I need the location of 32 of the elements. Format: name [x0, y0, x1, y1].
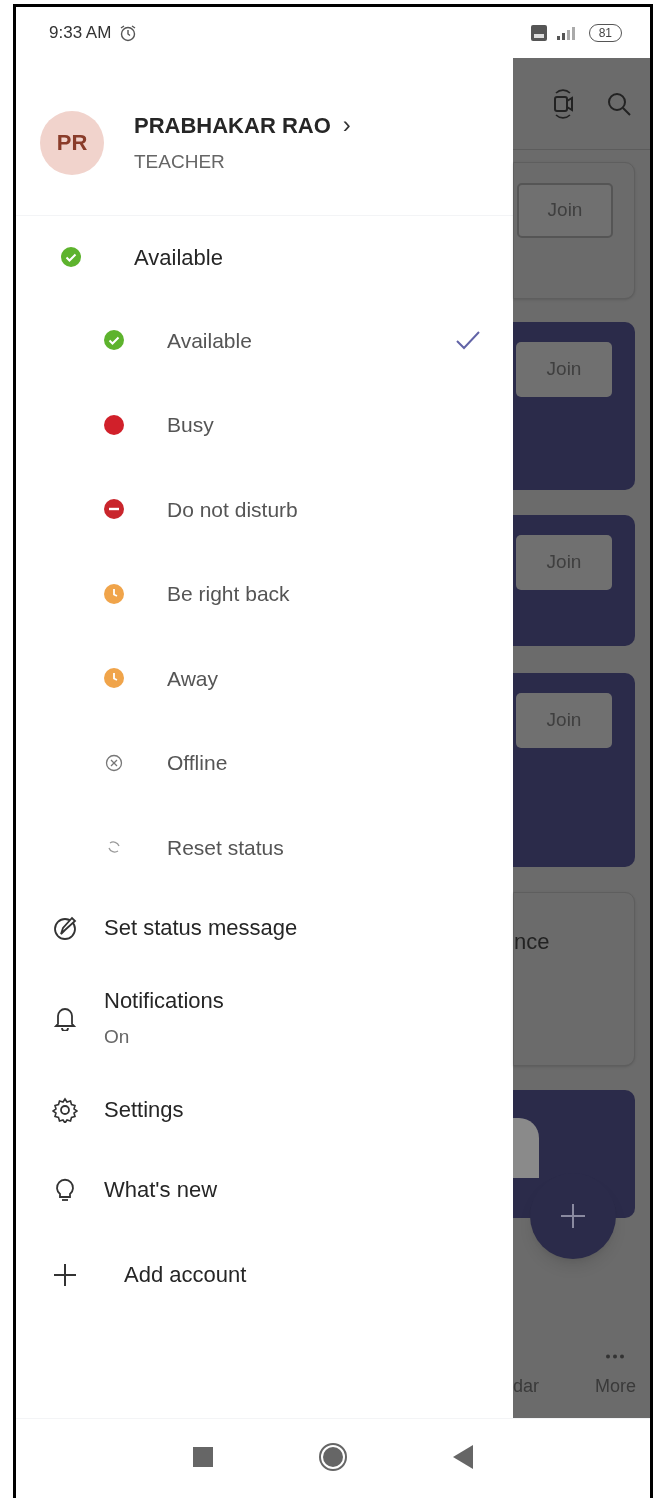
plus-icon: [52, 1261, 78, 1288]
menu-item[interactable]: Settings: [16, 1069, 513, 1150]
settings-icon: [52, 1096, 78, 1123]
profile-name[interactable]: PRABHAKAR RAO: [134, 108, 331, 142]
status-option[interactable]: Reset status: [16, 805, 513, 890]
search-icon: [606, 90, 632, 117]
chevron-icon: ›: [342, 113, 351, 138]
profile-role: TEACHER: [134, 149, 226, 174]
status-option[interactable]: Busy: [16, 382, 513, 467]
status-option[interactable]: Be right back: [16, 551, 513, 636]
recents-button[interactable]: [193, 1446, 213, 1467]
clock-time: 9:33 AM: [49, 21, 112, 44]
menu-item[interactable]: Notifications On: [16, 965, 513, 1070]
current-status[interactable]: Available: [134, 240, 223, 274]
menu-item[interactable]: Set status message: [16, 889, 513, 966]
menu-item[interactable]: What's new: [16, 1149, 513, 1230]
avatar: PR: [40, 110, 104, 175]
menu-item[interactable]: Add account: [16, 1229, 513, 1320]
offline-icon: [104, 752, 124, 773]
card-title: nce: [514, 928, 551, 956]
more-dots-icon: [605, 1354, 626, 1359]
plus-icon: [558, 1201, 588, 1231]
status-option[interactable]: Available: [16, 298, 513, 383]
video-camera-icon: [552, 88, 576, 119]
back-button[interactable]: [453, 1444, 473, 1469]
home-button[interactable]: [318, 1441, 348, 1472]
status-option[interactable]: Away: [16, 636, 513, 721]
alarm-clock-icon: [119, 23, 138, 42]
status-option[interactable]: Do not disturb: [16, 467, 513, 552]
status-option[interactable]: Offline: [16, 720, 513, 805]
pen-circle-icon: [52, 914, 78, 941]
image-placeholder: [513, 1118, 539, 1178]
